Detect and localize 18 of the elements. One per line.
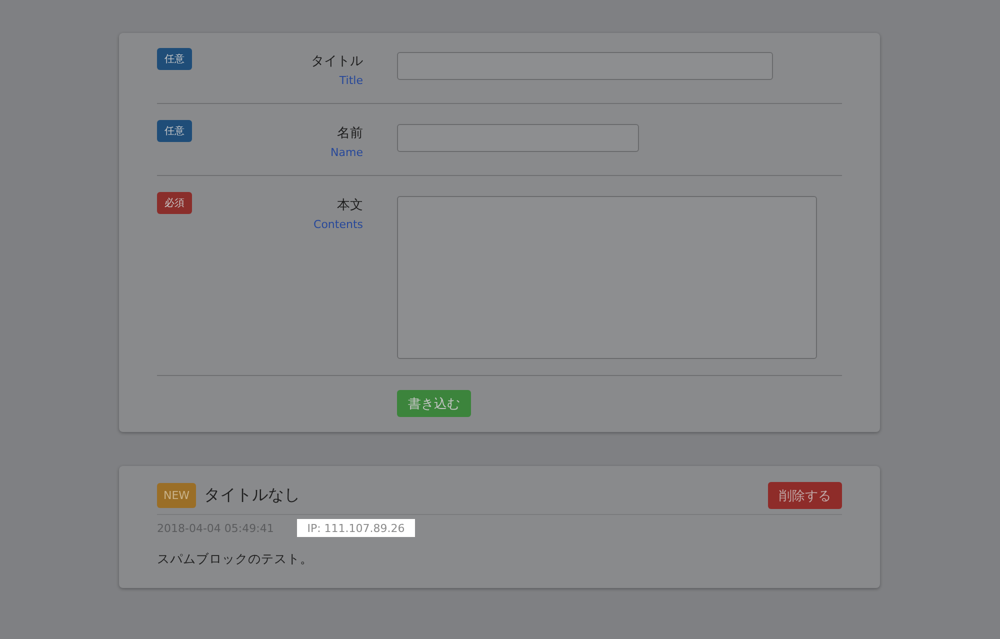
badge: 任意	[157, 120, 192, 142]
field-sublabel: Contents	[312, 218, 363, 231]
input-field[interactable]	[397, 52, 773, 80]
submit-button[interactable]: 書き込む	[397, 390, 471, 417]
field-label: 名前	[336, 125, 363, 142]
badge: 必須	[157, 192, 192, 214]
field-label: タイトル	[310, 53, 363, 70]
ip-address: IP: 111.107.89.26	[297, 519, 415, 537]
field-sublabel: Name	[330, 146, 363, 159]
input-field[interactable]	[397, 124, 639, 152]
field-label: 本文	[336, 197, 363, 214]
post-title: タイトルなし	[204, 485, 301, 506]
new-badge: NEW	[157, 483, 196, 508]
post-body: スパムブロックのテスト。	[157, 551, 314, 568]
delete-button[interactable]: 削除する	[768, 482, 842, 509]
text-area[interactable]	[397, 196, 817, 359]
badge: 任意	[157, 48, 192, 70]
field-sublabel: Title	[338, 74, 363, 87]
